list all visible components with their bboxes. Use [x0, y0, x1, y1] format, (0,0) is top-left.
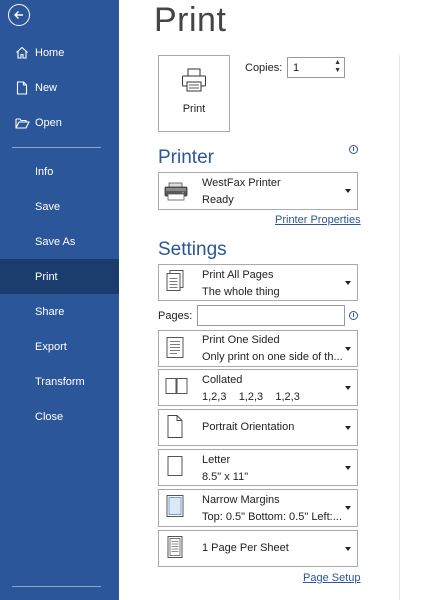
paper-size-title: Letter: [202, 454, 231, 466]
printer-heading: Printer: [158, 147, 214, 168]
chevron-down-icon: [345, 189, 351, 193]
pages-input[interactable]: [197, 305, 345, 326]
chevron-down-icon: [345, 546, 351, 551]
print-range-desc: The whole thing: [202, 286, 280, 298]
print-range-dropdown[interactable]: Print All Pages The whole thing: [158, 264, 358, 301]
nav-export[interactable]: Export: [0, 329, 119, 364]
backstage-sidebar: Home New Open Info Save Save As Print Sh…: [0, 0, 119, 600]
orientation-dropdown[interactable]: Portrait Orientation: [158, 409, 358, 446]
nav-new-label: New: [35, 81, 58, 94]
preview-divider: [399, 55, 400, 600]
nav-home-label: Home: [35, 46, 65, 59]
page-setup-link[interactable]: Page Setup: [303, 572, 361, 584]
nav-open-label: Open: [35, 116, 62, 129]
printer-name: WestFax Printer: [202, 177, 281, 189]
nav-export-label: Export: [35, 340, 67, 353]
chevron-down-icon: [345, 280, 351, 285]
nav-print[interactable]: Print: [0, 259, 119, 294]
printer-status: Ready: [202, 194, 234, 206]
nav-info[interactable]: Info: [0, 154, 119, 189]
copies-stepper[interactable]: 1 ▲ ▼: [287, 57, 345, 78]
printer-properties-link[interactable]: Printer Properties: [275, 214, 361, 226]
nav-print-label: Print: [35, 270, 58, 283]
nav-open[interactable]: Open: [0, 105, 119, 140]
settings-heading: Settings: [158, 239, 227, 260]
sidebar-divider: [12, 147, 101, 148]
printer-device-icon: [164, 182, 188, 205]
chevron-down-icon: [345, 346, 351, 351]
back-arrow-icon[interactable]: [8, 4, 30, 26]
page-title: Print: [154, 1, 227, 39]
letter-icon: [164, 454, 186, 481]
collated-icon: [164, 376, 190, 399]
pages-label: Pages:: [158, 310, 193, 322]
new-document-icon: [12, 80, 32, 95]
collation-desc: 1,2,3 1,2,3 1,2,3: [202, 391, 300, 403]
print-range-title: Print All Pages: [202, 269, 274, 281]
pages-per-sheet-icon: [164, 534, 186, 563]
copies-label: Copies:: [245, 62, 283, 74]
paper-size-desc: 8.5" x 11": [202, 471, 249, 483]
print-button[interactable]: Print: [158, 55, 230, 132]
nav-info-label: Info: [35, 165, 54, 178]
printer-dropdown[interactable]: WestFax Printer Ready: [158, 172, 358, 210]
spin-arrows-icon[interactable]: ▲ ▼: [334, 59, 341, 75]
printer-icon: [181, 68, 207, 95]
sidebar-divider-bottom: [12, 586, 101, 587]
print-button-label: Print: [182, 103, 206, 115]
nav-close-label: Close: [35, 410, 64, 423]
sides-desc: Only print on one side of th...: [202, 351, 343, 363]
nav-share[interactable]: Share: [0, 294, 119, 329]
one-sided-icon: [164, 335, 186, 362]
nav-share-label: Share: [35, 305, 65, 318]
orientation-title: Portrait Orientation: [202, 421, 295, 433]
margins-icon: [164, 494, 186, 523]
home-icon: [12, 46, 32, 59]
nav-transform[interactable]: Transform: [0, 364, 119, 399]
nav-transform-label: Transform: [35, 375, 85, 388]
paper-size-dropdown[interactable]: Letter 8.5" x 11": [158, 449, 358, 486]
nav-new[interactable]: New: [0, 70, 119, 105]
margins-title: Narrow Margins: [202, 494, 280, 506]
chevron-down-icon: [345, 506, 351, 510]
margins-dropdown[interactable]: Narrow Margins Top: 0.5" Bottom: 0.5" Le…: [158, 489, 358, 527]
pages-per-sheet-title: 1 Page Per Sheet: [202, 542, 289, 554]
nav-home[interactable]: Home: [0, 35, 119, 70]
copies-value: 1: [293, 62, 300, 74]
margins-desc: Top: 0.5" Bottom: 0.5" Left:...: [202, 511, 342, 523]
chevron-down-icon: [345, 425, 351, 430]
chevron-down-icon: [345, 465, 351, 470]
nav-close[interactable]: Close: [0, 399, 119, 434]
pages-per-sheet-dropdown[interactable]: 1 Page Per Sheet: [158, 530, 358, 567]
info-icon[interactable]: i: [349, 311, 358, 320]
nav-save-as-label: Save As: [35, 235, 76, 248]
portrait-icon: [164, 413, 186, 442]
collation-dropdown[interactable]: Collated 1,2,3 1,2,3 1,2,3: [158, 369, 358, 406]
sides-dropdown[interactable]: Print One Sided Only print on one side o…: [158, 330, 358, 367]
collation-title: Collated: [202, 374, 243, 386]
chevron-down-icon: [345, 385, 351, 390]
pages-icon: [164, 269, 186, 296]
nav-save[interactable]: Save: [0, 189, 119, 224]
folder-open-icon: [12, 117, 32, 129]
nav-save-as[interactable]: Save As: [0, 224, 119, 259]
info-icon[interactable]: i: [349, 145, 358, 154]
nav-save-label: Save: [35, 200, 61, 213]
sides-title: Print One Sided: [202, 334, 280, 346]
